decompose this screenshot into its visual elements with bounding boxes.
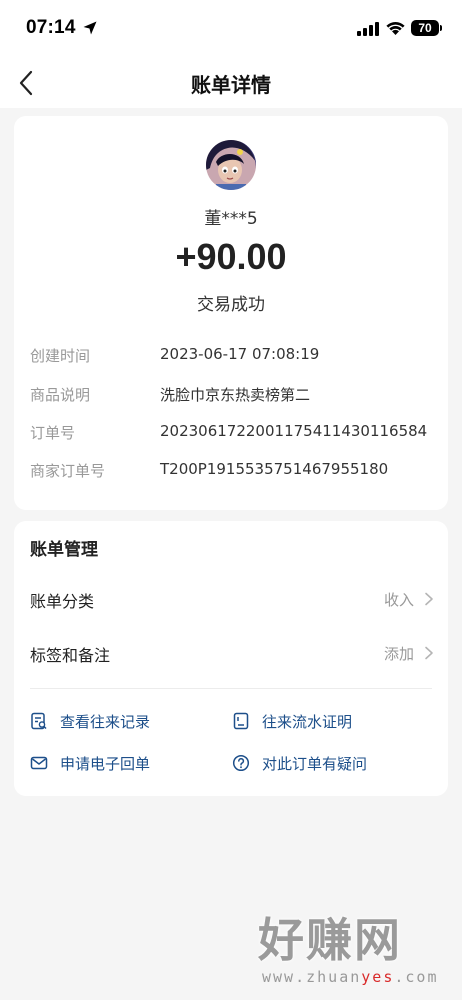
watermark-brand: 好赚网 <box>258 913 402 967</box>
row-value: 收入 <box>383 591 414 609</box>
detail-value: T200P1915535751467955180 <box>160 460 389 478</box>
electronic-receipt-button[interactable]: 申请电子回单 <box>30 752 210 776</box>
detail-row-order-number: 订单号 20230617220011754114301165​84 <box>30 422 440 446</box>
action-label: 往来流水证明 <box>262 713 353 731</box>
statement-proof-button[interactable]: 往来流水证明 <box>232 710 422 734</box>
watermark-url-prefix: www.zhuan <box>262 968 362 986</box>
action-label: 查看往来记录 <box>60 713 151 731</box>
detail-label: 商家订单号 <box>30 462 106 480</box>
detail-value: 洗脸巾京东热卖榜第二 <box>160 386 311 404</box>
location-arrow-icon <box>83 21 97 35</box>
transaction-detail-card: 董***5 +90.00 交易成功 创建时间 2023-06-17 07:08:… <box>14 116 448 510</box>
watermark-url-accent: yes <box>361 968 395 986</box>
transaction-status: 交易成功 <box>197 295 265 315</box>
nav-bar: 账单详情 <box>0 58 462 108</box>
section-title: 账单管理 <box>30 540 98 560</box>
view-records-button[interactable]: 查看往来记录 <box>30 710 210 734</box>
bill-category-row[interactable]: 账单分类 收入 <box>14 576 448 620</box>
record-icon <box>31 712 47 730</box>
detail-label: 订单号 <box>30 424 76 442</box>
wifi-icon <box>386 21 405 35</box>
status-bar: 07:14 70 <box>0 0 462 58</box>
battery-nub <box>440 25 442 31</box>
detail-value: 20230617220011754114301165​84 <box>160 422 428 440</box>
statement-icon <box>233 712 249 730</box>
order-question-button[interactable]: 对此订单有疑问 <box>232 752 422 776</box>
mail-icon <box>30 756 48 770</box>
question-icon <box>232 754 250 772</box>
detail-value: 2023-06-17 07:08:19 <box>160 345 320 363</box>
tags-notes-row[interactable]: 标签和备注 添加 <box>14 630 448 674</box>
row-label: 账单分类 <box>30 592 95 611</box>
detail-row-product-description: 商品说明 洗脸巾京东热卖榜第二 <box>30 384 440 408</box>
counterparty-name: 董***5 <box>204 209 258 229</box>
cellular-signal-icon <box>357 22 379 36</box>
chevron-right-icon <box>425 646 433 660</box>
detail-label: 商品说明 <box>30 386 91 404</box>
detail-row-created-time: 创建时间 2023-06-17 07:08:19 <box>30 345 440 369</box>
detail-label: 创建时间 <box>30 347 91 365</box>
transaction-amount: +90.00 <box>175 236 287 277</box>
divider <box>30 688 432 689</box>
watermark: 好赚网 www.zhuanyes.com <box>258 912 448 990</box>
page-title: 账单详情 <box>191 73 271 97</box>
avatar[interactable] <box>206 140 256 190</box>
watermark-url: www.zhuanyes.com <box>262 968 439 986</box>
status-time: 07:14 <box>26 17 76 38</box>
detail-row-merchant-order-number: 商家订单号 T200P1915535751467955180 <box>30 460 440 484</box>
row-label: 标签和备注 <box>30 646 111 665</box>
chevron-right-icon <box>425 592 433 606</box>
bill-management-card: 账单管理 账单分类 收入 标签和备注 添加 查看往来记录 往来流水证明 申请电子… <box>14 521 448 796</box>
watermark-url-suffix: .com <box>394 968 439 986</box>
battery-indicator: 70 <box>411 20 439 36</box>
action-label: 申请电子回单 <box>60 755 151 773</box>
row-value: 添加 <box>383 645 414 663</box>
action-label: 对此订单有疑问 <box>262 755 368 773</box>
